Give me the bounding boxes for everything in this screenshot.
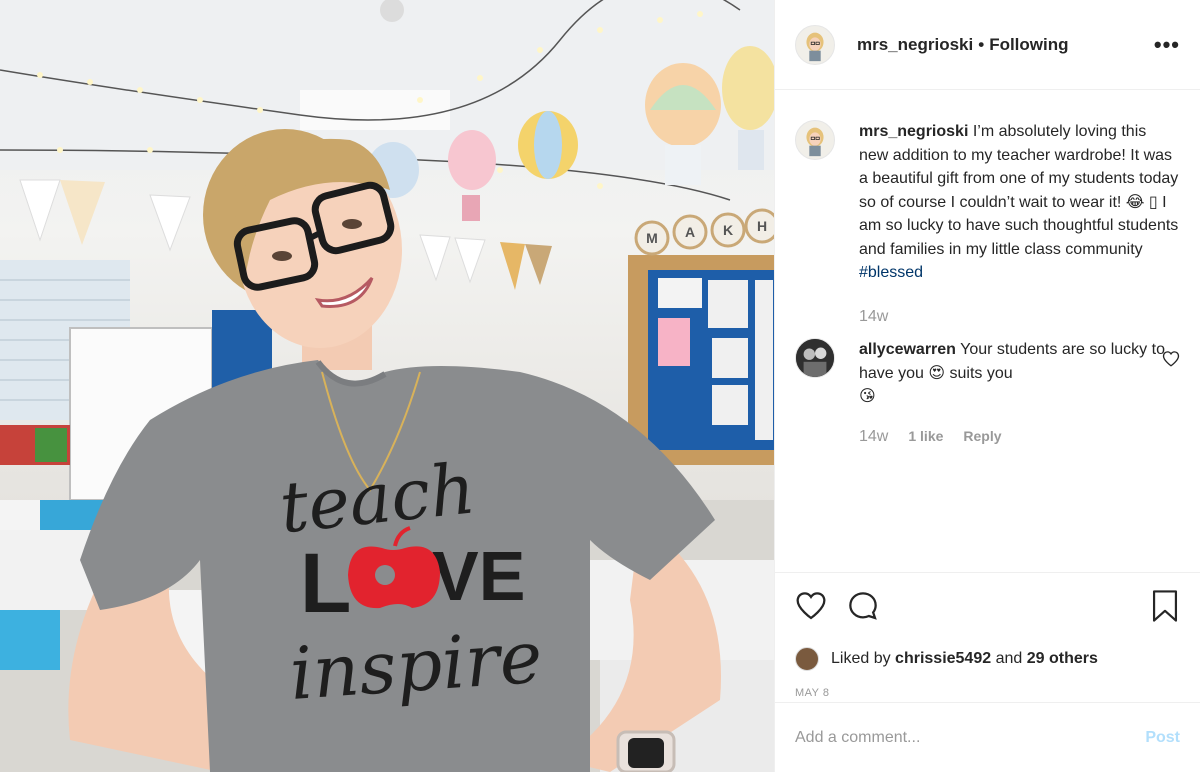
shirt-text-love-ve: VE <box>432 537 525 615</box>
caption-meta: 14w <box>859 305 1180 329</box>
caption-text: I’m absolutely loving this new addition … <box>859 123 1179 258</box>
shirt-text-love-l: L <box>300 536 351 630</box>
classroom-photo-illustration: M A K H teach L VE inspire <box>0 0 774 772</box>
comment-composer: Post <box>775 702 1200 772</box>
caption-comment: mrs_negrioski I’m absolutely loving this… <box>795 120 1180 328</box>
comment-likes-link[interactable]: 1 like <box>908 425 943 449</box>
commenter-username-link[interactable]: allycewarren <box>859 341 956 358</box>
heart-icon[interactable] <box>795 590 827 622</box>
bookmark-icon[interactable] <box>1150 589 1180 623</box>
bunting-letter: M <box>646 230 658 246</box>
more-options-icon[interactable]: ••• <box>1154 33 1180 56</box>
bitmoji-avatar-icon <box>806 127 824 157</box>
comment-meta: 14w 1 like Reply <box>859 425 1180 449</box>
comment-emoji: 😘 <box>859 388 876 405</box>
author-username-link[interactable]: mrs_negrioski <box>857 35 973 55</box>
caption-age[interactable]: 14w <box>859 305 888 329</box>
caption-text-block: mrs_negrioski I’m absolutely loving this… <box>859 120 1180 285</box>
post-comment-button[interactable]: Post <box>1145 729 1180 747</box>
hashtag-link[interactable]: #blessed <box>859 264 923 281</box>
post-date[interactable]: MAY 8 <box>795 687 1180 699</box>
liked-by-and: and <box>995 650 1023 667</box>
header-author-line: mrs_negrioski • Following <box>857 35 1069 55</box>
bunting-letter: K <box>723 222 733 238</box>
comment-heart-icon[interactable] <box>1162 350 1180 368</box>
caption-avatar[interactable] <box>795 120 835 160</box>
action-icon-row <box>795 587 1180 625</box>
bunting-letter: A <box>685 224 695 240</box>
add-comment-input[interactable] <box>795 728 1146 747</box>
comment-age[interactable]: 14w <box>859 425 888 449</box>
shirt-text-inspire: inspire <box>287 615 545 716</box>
bunting-letter: H <box>757 218 767 234</box>
header-separator: • <box>978 34 985 54</box>
author-avatar[interactable] <box>795 24 835 65</box>
comment-text-block: allycewarren Your students are so lucky … <box>859 338 1180 409</box>
post-photo[interactable]: M A K H teach L VE inspire <box>0 0 774 772</box>
caption-username-link[interactable]: mrs_negrioski <box>859 123 968 140</box>
bitmoji-avatar-icon <box>806 32 824 61</box>
comment-body: allycewarren Your students are so lucky … <box>859 338 1180 448</box>
post-header: mrs_negrioski • Following ••• <box>775 0 1200 90</box>
photo-avatar-icon <box>796 339 834 377</box>
post-actions: Liked by chrissie5492 and 29 others MAY … <box>775 572 1200 699</box>
comments-section: mrs_negrioski I’m absolutely loving this… <box>775 90 1200 572</box>
following-button[interactable]: Following <box>989 35 1068 55</box>
liked-by-prefix: Liked by <box>831 650 891 667</box>
liked-by-line: Liked by chrissie5492 and 29 others <box>795 647 1180 671</box>
liked-by-user-link[interactable]: chrissie5492 <box>895 650 991 668</box>
reply-button[interactable]: Reply <box>963 425 1001 449</box>
post-side-panel: mrs_negrioski • Following ••• mrs_negrio… <box>774 0 1200 772</box>
liked-by-others-link[interactable]: 29 others <box>1027 650 1098 668</box>
comment-item: allycewarren Your students are so lucky … <box>795 338 1180 448</box>
comment-icon[interactable] <box>847 590 879 622</box>
commenter-avatar[interactable] <box>795 338 835 378</box>
caption-body: mrs_negrioski I’m absolutely loving this… <box>859 120 1180 328</box>
liker-avatar[interactable] <box>795 647 819 671</box>
